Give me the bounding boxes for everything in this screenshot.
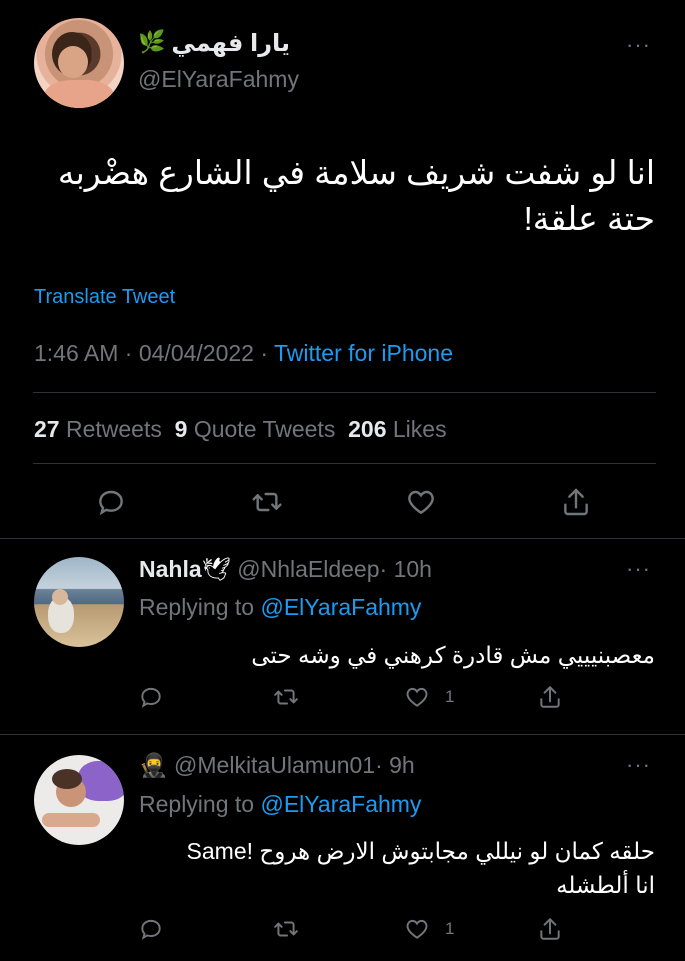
retweet-icon[interactable] xyxy=(272,684,300,710)
author-avatar[interactable] xyxy=(34,18,124,108)
more-options-icon[interactable]: ··· xyxy=(626,32,651,58)
reply-time: · 10h xyxy=(379,556,432,582)
divider xyxy=(33,463,656,464)
retweets-label: Retweets xyxy=(65,416,162,442)
divider xyxy=(0,538,685,539)
reply-time: · 9h xyxy=(375,752,415,778)
divider xyxy=(0,734,685,735)
author-name-row[interactable]: 🌿 يارا فهمي xyxy=(138,29,290,58)
replying-to: Replying to @ElYaraFahmy xyxy=(139,594,421,621)
quotes-stat[interactable]: 9 Quote Tweets xyxy=(175,416,336,442)
reply-avatar[interactable] xyxy=(34,557,124,647)
reply-text: حلقه كمان لو نيللي مجابتوش الارض هروح !S… xyxy=(135,834,655,902)
more-options-icon[interactable]: ··· xyxy=(626,556,651,582)
reply-icon[interactable] xyxy=(95,486,127,518)
reply-header: 🥷 @MelkitaUlamun01· 9h xyxy=(139,752,415,779)
replying-to-handle[interactable]: @ElYaraFahmy xyxy=(260,594,421,620)
share-icon[interactable] xyxy=(560,486,592,518)
author-badge-emoji: 🌿 xyxy=(138,29,166,54)
tweet-meta: 1:46 AM · 04/04/2022 · Twitter for iPhon… xyxy=(34,340,453,367)
share-icon[interactable] xyxy=(537,684,563,710)
replying-to-label: Replying to xyxy=(139,791,255,817)
reply-header: Nahla🕊 @NhlaEldeep· 10h xyxy=(139,556,432,583)
quotes-label: Quote Tweets xyxy=(193,416,336,442)
meta-separator: · xyxy=(260,340,269,366)
divider xyxy=(33,392,656,393)
replying-to-handle[interactable]: @ElYaraFahmy xyxy=(260,791,421,817)
reply-text-line-2: انا ألطشله xyxy=(556,872,655,898)
like-icon[interactable] xyxy=(405,486,437,518)
like-icon[interactable] xyxy=(403,684,431,710)
tweet-text: انا لو شفت شريف سلامة في الشارع هضْربه ح… xyxy=(15,150,655,242)
likes-count: 206 xyxy=(348,416,387,442)
reply-author-name[interactable]: Nahla xyxy=(139,556,202,582)
reply-author-handle[interactable]: @NhlaEldeep xyxy=(237,556,379,582)
like-count: 1 xyxy=(445,919,455,938)
reply-text: معصبنيييي مش قادرة كرهني في وشه حتى xyxy=(155,638,655,672)
ninja-emoji: 🥷 xyxy=(139,752,168,778)
like-count: 1 xyxy=(445,687,455,706)
retweet-icon[interactable] xyxy=(250,486,284,518)
reply-text-line-1: معصبنيييي مش قادرة كرهني في وشه حتى xyxy=(251,642,655,668)
retweets-stat[interactable]: 27 Retweets xyxy=(34,416,162,442)
reply-author-handle[interactable]: @MelkitaUlamun01 xyxy=(174,752,375,778)
reply-text-line-1: حلقه كمان لو نيللي مجابتوش الارض هروح !S… xyxy=(186,838,655,864)
more-options-icon[interactable]: ··· xyxy=(626,752,651,778)
meta-separator: · xyxy=(124,340,133,366)
likes-stat[interactable]: 206 Likes xyxy=(348,416,446,442)
replying-to: Replying to @ElYaraFahmy xyxy=(139,791,421,818)
replying-to-label: Replying to xyxy=(139,594,255,620)
tweet-text-line-1: انا لو شفت شريف سلامة في الشارع هضْربه xyxy=(57,154,655,191)
share-icon[interactable] xyxy=(537,916,563,942)
translate-tweet-link[interactable]: Translate Tweet xyxy=(34,286,175,309)
tweet-date: 04/04/2022 xyxy=(138,340,254,366)
reply-icon[interactable] xyxy=(138,684,164,710)
tweet-time: 1:46 AM xyxy=(34,340,119,366)
reply-icon[interactable] xyxy=(138,916,164,942)
author-handle[interactable]: @ElYaraFahmy xyxy=(138,66,299,93)
retweets-count: 27 xyxy=(34,416,60,442)
likes-label: Likes xyxy=(392,416,447,442)
tweet-source-link[interactable]: Twitter for iPhone xyxy=(274,340,453,366)
tweet-text-line-2: حتة علقة! xyxy=(523,200,655,237)
reply-avatar[interactable] xyxy=(34,755,124,845)
like-icon[interactable] xyxy=(403,916,431,942)
retweet-icon[interactable] xyxy=(272,916,300,942)
quotes-count: 9 xyxy=(174,416,188,442)
engagement-stats: 27 Retweets 9 Quote Tweets 206 Likes xyxy=(34,416,447,443)
dove-emoji: 🕊 xyxy=(201,556,231,582)
author-name: يارا فهمي xyxy=(171,30,291,57)
